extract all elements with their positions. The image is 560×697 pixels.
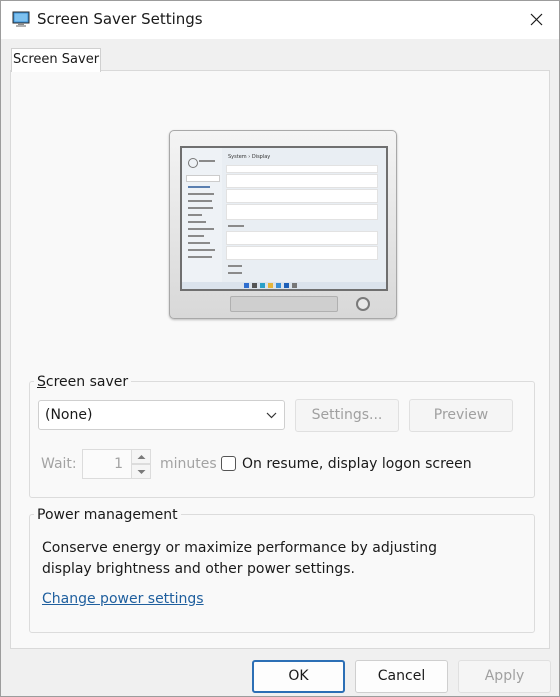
group-label-rest: creen saver [45, 374, 129, 390]
wait-minutes-input[interactable]: 1 [82, 449, 132, 479]
minutes-label: minutes [160, 456, 217, 472]
caret-down-icon [137, 470, 146, 474]
ok-button[interactable]: OK [252, 660, 345, 693]
monitor-power-icon [356, 297, 370, 311]
screen-saver-group-label: Screen saver [34, 374, 132, 390]
screen-saver-app-icon [12, 10, 30, 28]
settings-button[interactable]: Settings... [295, 399, 399, 432]
group-label-accelerator: S [37, 374, 46, 390]
preview-main: System › Display [224, 148, 384, 284]
close-button[interactable] [515, 1, 559, 39]
preview-taskbar [182, 282, 386, 289]
wait-increment-button[interactable] [131, 449, 151, 464]
screen-saver-settings-window: Screen Saver Settings Screen Saver Syste… [0, 0, 560, 697]
screen-saver-selected: (None) [45, 407, 93, 423]
cancel-button[interactable]: Cancel [355, 660, 448, 693]
title-bar: Screen Saver Settings [1, 1, 559, 39]
preview-button[interactable]: Preview [409, 399, 513, 432]
monitor-stand [230, 296, 338, 312]
apply-button[interactable]: Apply [458, 660, 551, 693]
change-power-settings-link[interactable]: Change power settings [42, 591, 204, 607]
preview-sidebar [182, 148, 222, 284]
preview-breadcrumb: System › Display [228, 154, 271, 160]
preview-monitor: System › Display [169, 130, 397, 319]
window-title: Screen Saver Settings [37, 10, 203, 28]
logon-screen-label[interactable]: On resume, display logon screen [242, 456, 472, 472]
close-icon [530, 13, 543, 26]
caret-up-icon [137, 455, 146, 459]
logon-screen-checkbox[interactable] [221, 456, 236, 471]
power-description: Conserve energy or maximize performance … [42, 540, 437, 577]
preview-screen: System › Display [180, 146, 388, 291]
screen-saver-select[interactable]: (None) [38, 400, 285, 430]
power-management-label: Power management [34, 507, 181, 523]
tab-screen-saver[interactable]: Screen Saver [11, 48, 101, 72]
wait-decrement-button[interactable] [131, 464, 151, 479]
wait-label: Wait: [41, 456, 77, 472]
chevron-down-icon [266, 412, 277, 419]
